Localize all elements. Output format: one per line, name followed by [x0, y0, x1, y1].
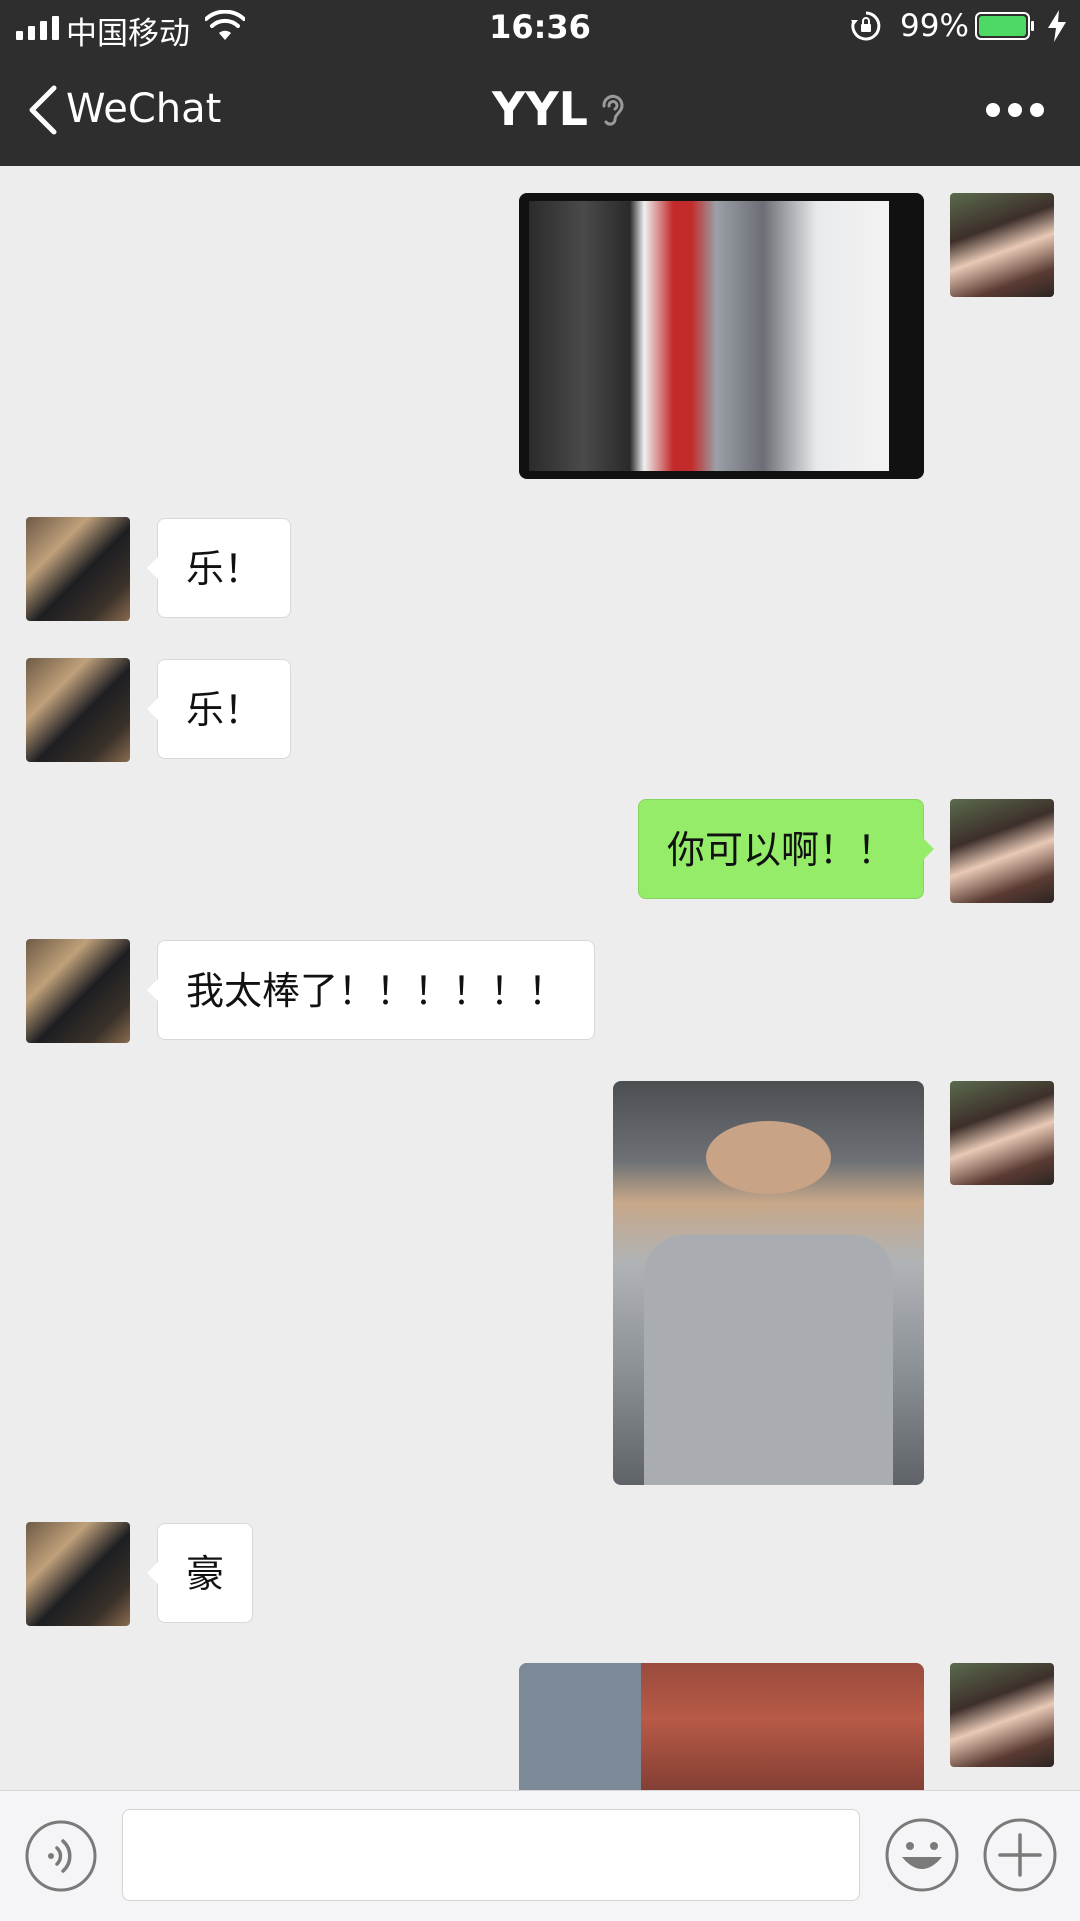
voice-input-icon[interactable]: [24, 1819, 98, 1893]
battery-icon: [975, 12, 1034, 40]
message-input[interactable]: [122, 1809, 860, 1901]
my-avatar[interactable]: [950, 1081, 1054, 1185]
ear-icon: [602, 94, 624, 126]
image-message[interactable]: [613, 1081, 924, 1485]
photo-portrait: [706, 1121, 831, 1195]
battery-percent: 99%: [900, 8, 969, 44]
charging-bolt-icon: [1048, 10, 1066, 42]
emoji-icon[interactable]: [884, 1817, 960, 1893]
rotation-lock-icon: [851, 11, 881, 41]
contact-avatar[interactable]: [26, 1522, 130, 1626]
input-bar: [0, 1790, 1080, 1921]
text-message[interactable]: 你可以啊！！: [637, 799, 935, 899]
status-bar: 中国移动 16:36 99%: [0, 0, 1080, 54]
contact-avatar[interactable]: [26, 658, 130, 762]
more-functions-plus-icon[interactable]: [982, 1817, 1058, 1893]
contact-avatar[interactable]: [26, 939, 130, 1043]
my-avatar[interactable]: [950, 193, 1054, 297]
photo-portrait-body: [644, 1234, 893, 1485]
chat-area[interactable]: 乐！ 乐！ 你可以啊！！ 我太棒了！！！！！！ 豪: [0, 166, 1080, 1790]
text-message[interactable]: 豪: [146, 1523, 254, 1623]
more-options-icon[interactable]: [985, 98, 1045, 122]
my-avatar[interactable]: [950, 1663, 1054, 1767]
image-message[interactable]: [519, 193, 924, 479]
text-message[interactable]: 乐！: [146, 659, 292, 759]
text-message[interactable]: 乐！: [146, 518, 292, 618]
chat-title: YYL: [492, 82, 588, 136]
my-avatar[interactable]: [950, 799, 1054, 903]
photo-boxing: [529, 201, 889, 471]
contact-avatar[interactable]: [26, 517, 130, 621]
top-bar: 中国移动 16:36 99% WeChat YYL: [0, 0, 1080, 166]
text-message[interactable]: 我太棒了！！！！！！: [146, 940, 596, 1040]
photo-building: [519, 1663, 641, 1790]
image-message[interactable]: [519, 1663, 924, 1790]
